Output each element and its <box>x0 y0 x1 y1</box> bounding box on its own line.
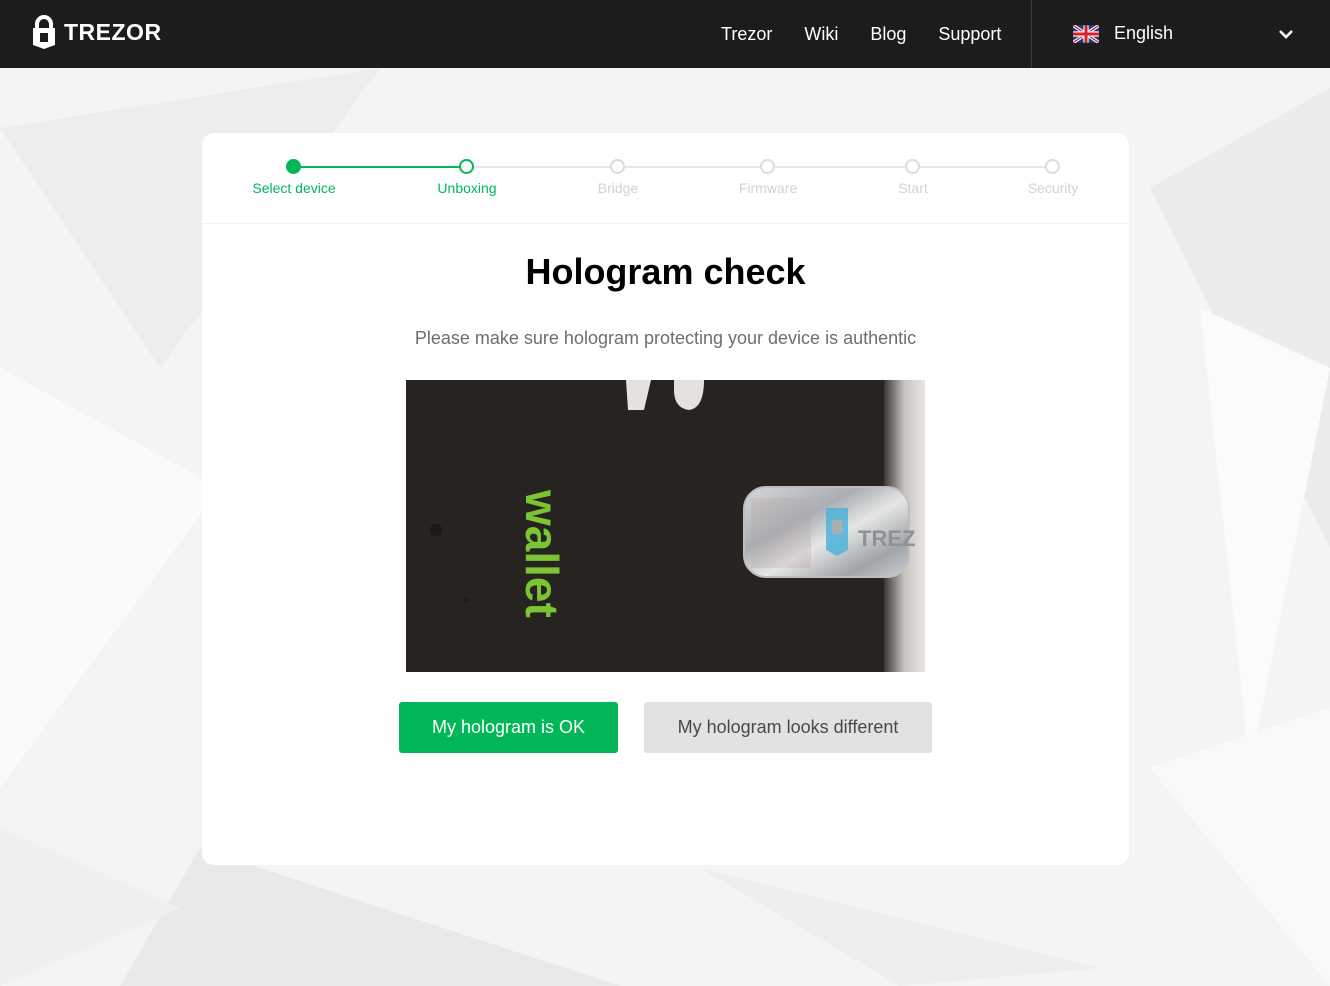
nav-link-blog[interactable]: Blog <box>854 24 922 45</box>
step-label-bridge: Bridge <box>597 180 639 196</box>
step-dot-bridge <box>610 159 625 174</box>
page-subtitle: Please make sure hologram protecting you… <box>414 328 917 348</box>
chevron-down-icon <box>1279 30 1293 39</box>
main-nav: Trezor Wiki Blog Support <box>705 0 1017 68</box>
trezor-logo[interactable]: TREZOR <box>32 15 162 49</box>
top-navigation-bar: TREZOR Trezor Wiki Blog Support English <box>0 0 1330 68</box>
language-label: English <box>1114 23 1174 43</box>
step-dot-security <box>1045 159 1060 174</box>
progress-steps: Select device Unboxing Bridge Firmware S… <box>202 133 1129 224</box>
step-label-start: Start <box>898 180 928 196</box>
onboarding-card: Select device Unboxing Bridge Firmware S… <box>202 133 1129 865</box>
hologram-different-button[interactable]: My hologram looks different <box>644 702 932 753</box>
nav-link-trezor[interactable]: Trezor <box>705 24 788 45</box>
brand-name: TREZOR <box>64 18 162 45</box>
nav-link-support[interactable]: Support <box>922 24 1017 45</box>
hologram-ok-button[interactable]: My hologram is OK <box>399 702 618 753</box>
step-label-select-device: Select device <box>252 180 336 196</box>
step-label-firmware: Firmware <box>738 180 798 196</box>
step-label-security: Security <box>1027 180 1079 196</box>
language-selector[interactable]: English <box>1032 0 1330 68</box>
nav-link-wiki[interactable]: Wiki <box>788 24 854 45</box>
step-dot-start <box>905 159 920 174</box>
progress-line-done <box>294 166 467 168</box>
step-label-unboxing: Unboxing <box>437 180 497 196</box>
hologram-photo: wallet TREZ <box>406 380 925 672</box>
step-dot-firmware <box>760 159 775 174</box>
hologram-print: TREZ <box>858 526 915 551</box>
step-dot-unboxing <box>459 159 474 174</box>
page-title: Hologram check <box>525 251 806 292</box>
uk-flag-icon <box>1073 25 1099 43</box>
step-dot-select-device <box>286 159 301 174</box>
trezor-lock-icon <box>33 15 55 49</box>
wallet-print: wallet <box>516 489 568 618</box>
